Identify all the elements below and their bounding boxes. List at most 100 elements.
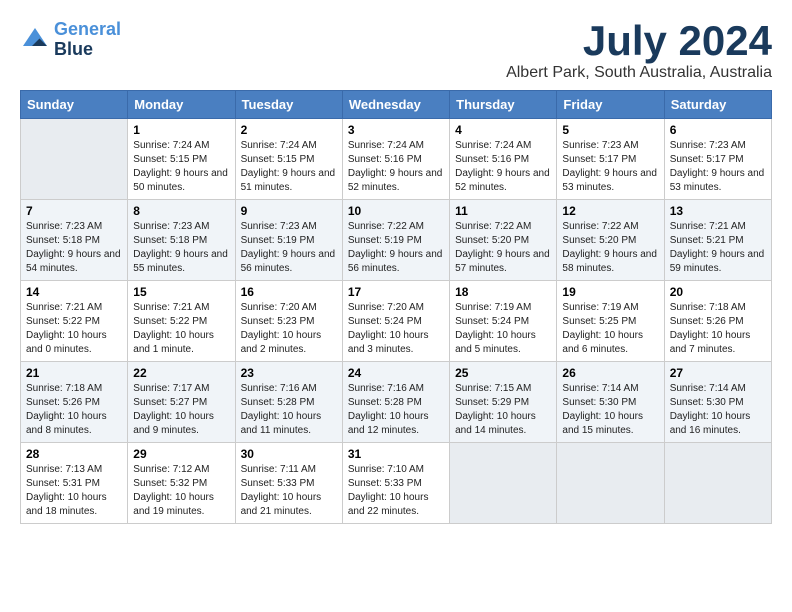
day-number: 22 [133, 366, 229, 380]
calendar-cell: 19 Sunrise: 7:19 AMSunset: 5:25 PMDayligh… [557, 281, 664, 362]
day-number: 15 [133, 285, 229, 299]
day-info: Sunrise: 7:18 AMSunset: 5:26 PMDaylight:… [670, 301, 766, 357]
logo-icon [20, 25, 50, 55]
day-number: 26 [562, 366, 658, 380]
day-info: Sunrise: 7:22 AMSunset: 5:19 PMDaylight:… [348, 220, 444, 276]
day-info: Sunrise: 7:23 AMSunset: 5:17 PMDaylight:… [670, 139, 766, 195]
day-number: 19 [562, 285, 658, 299]
day-info: Sunrise: 7:24 AMSunset: 5:16 PMDaylight:… [455, 139, 551, 195]
calendar-cell: 17 Sunrise: 7:20 AMSunset: 5:24 PMDayligh… [342, 281, 449, 362]
day-info: Sunrise: 7:12 AMSunset: 5:32 PMDaylight:… [133, 463, 229, 519]
day-number: 20 [670, 285, 766, 299]
day-info: Sunrise: 7:10 AMSunset: 5:33 PMDaylight:… [348, 463, 444, 519]
calendar-cell: 24Sunrise: 7:16 AMSunset: 5:28 PMDayligh… [342, 362, 449, 443]
weekday-header: Tuesday [235, 91, 342, 119]
logo-text: General Blue [54, 20, 121, 60]
calendar-cell: 14Sunrise: 7:21 AMSunset: 5:22 PMDayligh… [21, 281, 128, 362]
day-number: 21 [26, 366, 122, 380]
calendar-cell: 2Sunrise: 7:24 AMSunset: 5:15 PMDaylight… [235, 119, 342, 200]
day-info: Sunrise: 7:24 AMSunset: 5:16 PMDaylight:… [348, 139, 444, 195]
calendar-week-row: 14 Sunrise: 7:21 AMSunset: 5:22 PMDayligh… [21, 281, 772, 362]
calendar-cell: 3 Sunrise: 7:24 AMSunset: 5:16 PMDaylight… [342, 119, 449, 200]
day-number: 16 [241, 285, 337, 299]
weekday-header-row: SundayMondayTuesdayWednesdayThursdayFrid… [21, 91, 772, 119]
calendar-week-row: 21 Sunrise: 7:18 AMSunset: 5:26 PMDayligh… [21, 362, 772, 443]
day-number: 17 [348, 285, 444, 299]
day-number: 27 [670, 366, 766, 380]
day-number: 29 [133, 447, 229, 461]
calendar-cell: 26 Sunrise: 7:14 AMSunset: 5:30 PMDayligh… [557, 362, 664, 443]
calendar-cell: 13 Sunrise: 7:21 AMSunset: 5:21 PMDayligh… [664, 200, 771, 281]
day-info: Sunrise: 7:13 AMSunset: 5:31 PMDaylight:… [26, 463, 122, 519]
day-number: 10 [348, 204, 444, 218]
day-info: Sunrise: 7:14 AMSunset: 5:30 PMDaylight:… [670, 382, 766, 438]
day-number: 8 [133, 204, 229, 218]
weekday-header: Friday [557, 91, 664, 119]
calendar-table: SundayMondayTuesdayWednesdayThursdayFrid… [20, 90, 772, 524]
calendar-cell: 16Sunrise: 7:20 AMSunset: 5:23 PMDayligh… [235, 281, 342, 362]
calendar-cell [664, 443, 771, 524]
day-info: Sunrise: 7:22 AMSunset: 5:20 PMDaylight:… [455, 220, 551, 276]
calendar-cell: 29 Sunrise: 7:12 AMSunset: 5:32 PMDayligh… [128, 443, 235, 524]
calendar-cell: 30 Sunrise: 7:11 AMSunset: 5:33 PMDayligh… [235, 443, 342, 524]
calendar-cell: 22 Sunrise: 7:17 AMSunset: 5:27 PMDayligh… [128, 362, 235, 443]
day-info: Sunrise: 7:19 AMSunset: 5:24 PMDaylight:… [455, 301, 551, 357]
weekday-header: Thursday [450, 91, 557, 119]
day-info: Sunrise: 7:22 AMSunset: 5:20 PMDaylight:… [562, 220, 658, 276]
calendar-cell: 10 Sunrise: 7:22 AMSunset: 5:19 PMDayligh… [342, 200, 449, 281]
day-number: 7 [26, 204, 122, 218]
calendar-cell: 28 Sunrise: 7:13 AMSunset: 5:31 PMDayligh… [21, 443, 128, 524]
calendar-week-row: 7Sunrise: 7:23 AMSunset: 5:18 PMDaylight… [21, 200, 772, 281]
day-number: 31 [348, 447, 444, 461]
calendar-cell: 15 Sunrise: 7:21 AMSunset: 5:22 PMDayligh… [128, 281, 235, 362]
weekday-header: Sunday [21, 91, 128, 119]
day-info: Sunrise: 7:24 AMSunset: 5:15 PMDaylight:… [133, 139, 229, 195]
day-info: Sunrise: 7:17 AMSunset: 5:27 PMDaylight:… [133, 382, 229, 438]
calendar-cell: 1 Sunrise: 7:24 AMSunset: 5:15 PMDaylight… [128, 119, 235, 200]
day-info: Sunrise: 7:19 AMSunset: 5:25 PMDaylight:… [562, 301, 658, 357]
calendar-cell [557, 443, 664, 524]
weekday-header: Monday [128, 91, 235, 119]
day-number: 9 [241, 204, 337, 218]
calendar-cell: 27 Sunrise: 7:14 AMSunset: 5:30 PMDayligh… [664, 362, 771, 443]
day-info: Sunrise: 7:23 AMSunset: 5:17 PMDaylight:… [562, 139, 658, 195]
day-info: Sunrise: 7:11 AMSunset: 5:33 PMDaylight:… [241, 463, 337, 519]
calendar-cell [21, 119, 128, 200]
day-info: Sunrise: 7:14 AMSunset: 5:30 PMDaylight:… [562, 382, 658, 438]
calendar-cell: 7Sunrise: 7:23 AMSunset: 5:18 PMDaylight… [21, 200, 128, 281]
day-number: 1 [133, 123, 229, 137]
calendar-cell: 12 Sunrise: 7:22 AMSunset: 5:20 PMDayligh… [557, 200, 664, 281]
title-block: July 2024 Albert Park, South Australia, … [506, 20, 772, 82]
day-number: 13 [670, 204, 766, 218]
day-info: Sunrise: 7:21 AMSunset: 5:21 PMDaylight:… [670, 220, 766, 276]
calendar-cell: 25Sunrise: 7:15 AMSunset: 5:29 PMDayligh… [450, 362, 557, 443]
day-number: 4 [455, 123, 551, 137]
weekday-header: Wednesday [342, 91, 449, 119]
logo: General Blue [20, 20, 121, 60]
day-number: 3 [348, 123, 444, 137]
location: Albert Park, South Australia, Australia [506, 64, 772, 82]
calendar-cell: 21 Sunrise: 7:18 AMSunset: 5:26 PMDayligh… [21, 362, 128, 443]
day-info: Sunrise: 7:20 AMSunset: 5:24 PMDaylight:… [348, 301, 444, 357]
calendar-cell: 9 Sunrise: 7:23 AMSunset: 5:19 PMDaylight… [235, 200, 342, 281]
day-info: Sunrise: 7:21 AMSunset: 5:22 PMDaylight:… [133, 301, 229, 357]
day-info: Sunrise: 7:15 AMSunset: 5:29 PMDaylight:… [455, 382, 551, 438]
day-number: 12 [562, 204, 658, 218]
calendar-cell: 8Sunrise: 7:23 AMSunset: 5:18 PMDaylight… [128, 200, 235, 281]
day-info: Sunrise: 7:24 AMSunset: 5:15 PMDaylight:… [241, 139, 337, 195]
day-number: 11 [455, 204, 551, 218]
day-number: 5 [562, 123, 658, 137]
calendar-cell: 11 Sunrise: 7:22 AMSunset: 5:20 PMDayligh… [450, 200, 557, 281]
day-info: Sunrise: 7:18 AMSunset: 5:26 PMDaylight:… [26, 382, 122, 438]
calendar-cell: 18Sunrise: 7:19 AMSunset: 5:24 PMDayligh… [450, 281, 557, 362]
day-number: 23 [241, 366, 337, 380]
calendar-cell: 31 Sunrise: 7:10 AMSunset: 5:33 PMDayligh… [342, 443, 449, 524]
day-info: Sunrise: 7:16 AMSunset: 5:28 PMDaylight:… [348, 382, 444, 438]
calendar-cell: 5 Sunrise: 7:23 AMSunset: 5:17 PMDaylight… [557, 119, 664, 200]
day-number: 28 [26, 447, 122, 461]
day-number: 30 [241, 447, 337, 461]
calendar-cell: 23Sunrise: 7:16 AMSunset: 5:28 PMDayligh… [235, 362, 342, 443]
day-number: 14 [26, 285, 122, 299]
day-info: Sunrise: 7:23 AMSunset: 5:19 PMDaylight:… [241, 220, 337, 276]
calendar-cell [450, 443, 557, 524]
